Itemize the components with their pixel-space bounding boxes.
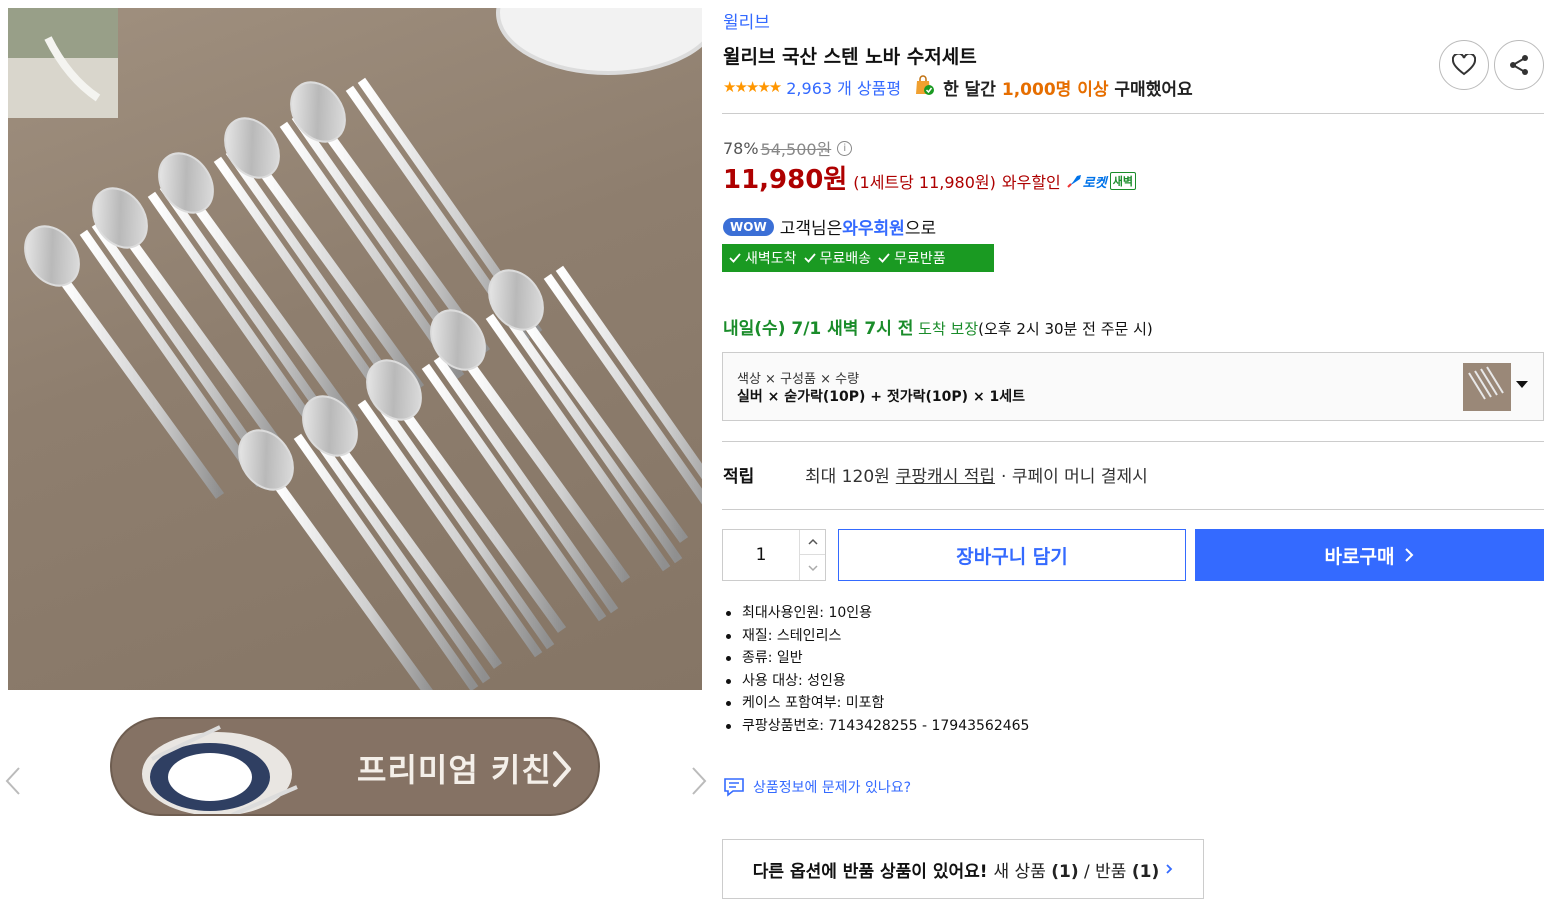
benefit-free-shipping: 무료배송 [803, 248, 871, 268]
quantity-decrease-button[interactable] [799, 555, 825, 580]
return-option-notice[interactable]: 다른 옵션에 반품 상품이 있어요! 새 상품 (1) / 반품 (1) [722, 839, 1204, 899]
quantity-stepper: 1 [722, 529, 826, 581]
spec-item: 케이스 포함여부: 미포함 [725, 692, 1029, 715]
spoon-chopstick-set [488, 265, 702, 543]
banner-text: 프리미엄 키친 [357, 751, 552, 789]
chevron-right-icon [1405, 548, 1414, 562]
spec-item: 종류: 일반 [725, 647, 1029, 670]
heart-icon [1452, 54, 1476, 76]
delivery-date: 내일(수) 7/1 새벽 7시 전 [723, 319, 914, 339]
discount-row: 78% 54,500원 i [723, 136, 853, 160]
option-value: 실버 × 숟가락(10P) + 젓가락(10P) × 1세트 [737, 389, 1026, 405]
price-row: 11,980원 (1세트당 11,980원) 와우할인 로켓 새벽 [723, 159, 1136, 196]
wow-member-label: 와우회원 [842, 219, 905, 239]
return-notice-counts: 새 상품 (1) / 반품 (1) [993, 861, 1160, 882]
delivery-info: 내일(수) 7/1 새벽 7시 전 도착 보장(오후 2시 30분 전 주문 시… [723, 319, 1153, 339]
spec-item: 사용 대상: 성인용 [725, 670, 1029, 693]
shopping-bag-icon [913, 74, 935, 100]
chevron-right-icon [692, 767, 707, 795]
prev-image-button[interactable] [4, 766, 24, 796]
divider [722, 441, 1544, 442]
product-specs-list: 최대사용인원: 10인용 재질: 스테인리스 종류: 일반 사용 대상: 성인용… [725, 602, 1029, 738]
rocket-badge: 로켓 새벽 [1067, 172, 1136, 191]
premium-kitchen-banner[interactable]: 프리미엄 키친 [110, 717, 600, 816]
spec-item: 쿠팡상품번호: 7143428255 - 17943562465 [725, 715, 1029, 738]
info-icon[interactable]: i [837, 140, 853, 156]
quantity-input[interactable]: 1 [723, 530, 799, 580]
chevron-right-icon [1166, 864, 1173, 874]
divider [722, 113, 1544, 114]
next-image-button[interactable] [688, 766, 708, 796]
divider [722, 509, 1544, 510]
rocket-icon [1067, 175, 1081, 188]
check-icon [803, 253, 816, 263]
share-icon [1510, 55, 1528, 75]
benefit-dawn-delivery: 새벽도착 [728, 248, 797, 268]
sale-price: 11,980원 [723, 165, 848, 195]
product-main-image [8, 8, 702, 690]
chevron-down-icon [807, 564, 818, 571]
spoon-chopstick-set [238, 425, 491, 690]
share-button[interactable] [1494, 40, 1544, 90]
buy-now-button[interactable]: 바로구매 [1195, 529, 1544, 581]
product-title: 윌리브 국산 스텐 노바 수저세트 [723, 46, 977, 68]
return-notice-title: 다른 옵션에 반품 상품이 있어요! [752, 861, 988, 882]
benefit-badges: 새벽도착 무료배송 무료반품 [722, 244, 994, 272]
report-icon [724, 778, 744, 797]
points-label: 적립 [723, 467, 755, 487]
report-issue-link[interactable]: 상품정보에 문제가 있나요? [723, 777, 911, 797]
spec-item: 재질: 스테인리스 [725, 625, 1029, 648]
benefit-free-return: 무료반품 [877, 248, 946, 268]
add-to-cart-button[interactable]: 장바구니 담기 [838, 529, 1186, 581]
chevron-left-icon [5, 767, 20, 795]
coupang-cash-link[interactable]: 쿠팡캐시 적립 [896, 462, 995, 487]
option-label: 색상 × 구성품 × 수량 [737, 372, 860, 387]
review-count-link[interactable]: 2,963 개 상품평 [786, 75, 901, 99]
option-selector[interactable]: 색상 × 구성품 × 수량 실버 × 숟가락(10P) + 젓가락(10P) ×… [722, 352, 1544, 421]
check-icon [878, 253, 890, 263]
brand-link[interactable]: 윌리브 [723, 8, 770, 33]
wow-discount-label: 와우할인 [1001, 173, 1061, 192]
chevron-right-icon [553, 751, 571, 787]
product-photo-drawing [8, 8, 702, 690]
chevron-up-icon [807, 538, 818, 545]
unit-price: (1세트당 11,980원) [853, 173, 996, 192]
rating-row: ★★★★★ 2,963 개 상품평 한 달간 1,000명 이상 구매했어요 [723, 74, 1193, 100]
original-price: 54,500원 [760, 140, 832, 159]
wow-badge: WOW [723, 217, 774, 236]
wow-member-row: WOW 고객님은 와우회원 으로 [723, 214, 936, 239]
check-icon [729, 253, 741, 263]
purchase-count-text: 한 달간 1,000명 이상 구매했어요 [943, 79, 1193, 100]
points-row: 적립 최대 120원 쿠팡캐시 적립 · 쿠페이 머니 결제시 [723, 462, 1148, 487]
option-thumbnail [1463, 363, 1511, 411]
spec-item: 최대사용인원: 10인용 [725, 602, 1029, 625]
star-rating: ★★★★★ [723, 78, 782, 96]
wishlist-button[interactable] [1439, 40, 1489, 90]
quantity-increase-button[interactable] [799, 530, 825, 555]
discount-rate: 78% [723, 138, 759, 158]
caret-down-icon [1516, 381, 1528, 388]
